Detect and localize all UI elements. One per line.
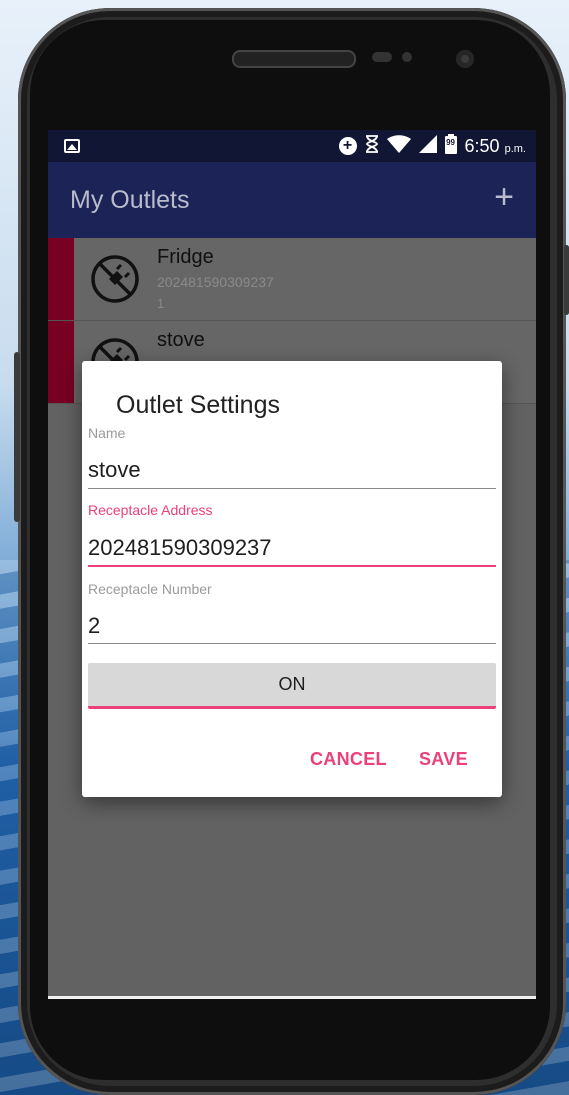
screen-bottom-edge: [48, 996, 536, 999]
power-toggle-button[interactable]: ON: [88, 663, 496, 709]
name-field[interactable]: [88, 453, 496, 487]
save-button[interactable]: SAVE: [413, 745, 474, 774]
outlet-settings-dialog: Outlet Settings Name Receptacle Address …: [82, 361, 502, 797]
cancel-button[interactable]: CANCEL: [304, 745, 393, 774]
name-underline: [88, 488, 496, 489]
volume-button: [14, 352, 20, 522]
clock: 6:50 p.m.: [465, 136, 526, 157]
wifi-icon: [386, 135, 411, 157]
data-saver-icon: +: [338, 137, 357, 155]
outlet-name: stove: [157, 329, 205, 351]
power-button: [564, 245, 569, 315]
outlet-address: 202481590309237: [157, 274, 274, 290]
battery-icon: 99: [444, 134, 457, 158]
clock-time: 6:50: [464, 135, 500, 156]
number-underline: [88, 643, 496, 644]
receptacle-number-field[interactable]: [88, 609, 496, 643]
dialog-title: Outlet Settings: [116, 391, 280, 419]
status-bar: + 99 6:50 p.m.: [48, 130, 536, 162]
number-label: Receptacle Number: [88, 581, 212, 597]
address-label: Receptacle Address: [88, 502, 213, 518]
outlet-status-bar: [48, 321, 74, 403]
hourglass-icon: [365, 135, 379, 157]
list-item[interactable]: Fridge 202481590309237 1: [48, 238, 536, 321]
light-sensor: [402, 52, 412, 62]
status-icons: + 99 6:50 p.m.: [338, 134, 526, 158]
name-label: Name: [88, 425, 126, 441]
outlet-status-bar: [48, 238, 74, 320]
outlet-number: 1: [157, 296, 165, 311]
receptacle-address-field[interactable]: [88, 531, 496, 565]
clock-suffix: p.m.: [504, 142, 526, 155]
plug-off-icon: [91, 255, 139, 303]
address-underline: [88, 565, 496, 567]
battery-level: 99: [446, 138, 455, 147]
page-title: My Outlets: [70, 186, 190, 214]
speaker-grille: [232, 50, 356, 68]
signal-icon: [418, 135, 437, 157]
image-icon: [64, 139, 80, 153]
front-camera: [456, 50, 474, 68]
outlet-name: Fridge: [157, 246, 214, 268]
app-bar: My Outlets +: [48, 162, 536, 238]
add-outlet-button[interactable]: +: [494, 180, 514, 214]
proximity-sensor: [372, 52, 392, 62]
